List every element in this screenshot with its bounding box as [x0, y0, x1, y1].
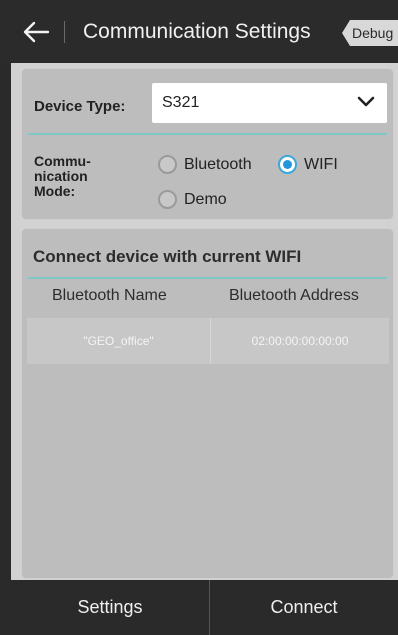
device-type-label: Device Type: [34, 98, 126, 115]
radio-demo-label: Demo [184, 190, 227, 208]
radio-unchecked-icon [158, 155, 177, 174]
mode-label-line: nication [34, 168, 88, 184]
device-type-value: S321 [162, 94, 200, 111]
radio-demo[interactable]: Demo [158, 190, 227, 209]
page-title: Communication Settings [83, 19, 311, 43]
device-type-select[interactable]: S321 [152, 83, 387, 123]
radio-unchecked-icon [158, 190, 177, 209]
settings-card: Device Type: S321 Commu- nication Mode: … [21, 68, 394, 220]
debug-tab[interactable]: Debug [342, 20, 398, 46]
connect-button[interactable]: Connect [210, 580, 398, 635]
radio-bluetooth[interactable]: Bluetooth [158, 155, 252, 174]
back-button[interactable] [12, 0, 60, 63]
settings-button[interactable]: Settings [11, 580, 209, 635]
column-header-address: Bluetooth Address [229, 287, 359, 304]
arrow-left-icon [23, 21, 50, 42]
device-name-cell: "GEO_office" [27, 318, 211, 364]
mode-label-line: Mode: [34, 183, 76, 199]
radio-wifi[interactable]: WIFI [278, 155, 338, 174]
device-address-cell: 02:00:00:00:00:00 [251, 334, 349, 348]
device-type-divider [28, 133, 387, 135]
content-area: Device Type: S321 Commu- nication Mode: … [11, 63, 398, 580]
mode-label-line: Commu- [34, 153, 91, 169]
devices-section-title: Connect device with current WIFI [33, 247, 302, 266]
radio-bluetooth-label: Bluetooth [184, 155, 252, 173]
devices-card: Connect device with current WIFI Bluetoo… [21, 228, 394, 579]
screen: Communication Settings Debug Device Type… [0, 0, 398, 635]
radio-checked-icon [278, 155, 297, 174]
radio-wifi-label: WIFI [304, 155, 338, 173]
communication-mode-label: Commu- nication Mode: [34, 154, 124, 199]
chevron-down-icon [357, 96, 375, 107]
devices-divider [28, 277, 387, 279]
app-header: Communication Settings Debug [0, 0, 398, 63]
table-row[interactable]: "GEO_office" 02:00:00:00:00:00 [27, 318, 389, 364]
header-divider [64, 20, 65, 43]
bottom-action-bar: Settings Connect [11, 580, 398, 635]
column-header-name: Bluetooth Name [52, 287, 167, 304]
device-type-row: Device Type: S321 [22, 81, 393, 133]
